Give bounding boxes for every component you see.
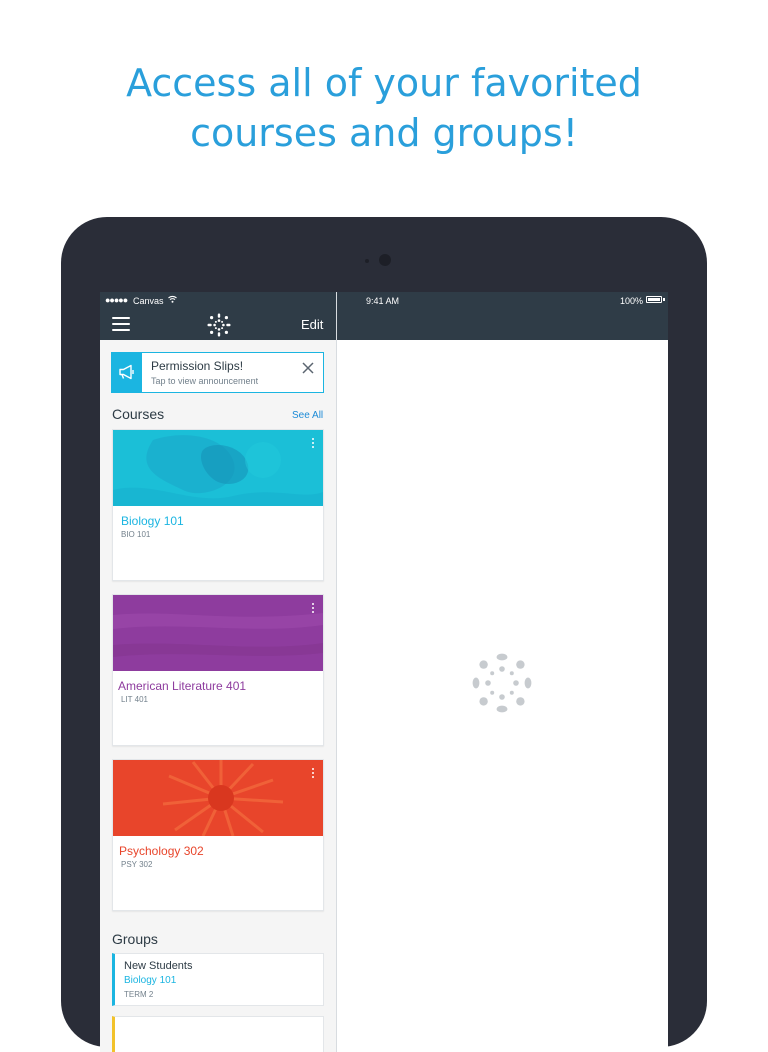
course-options-icon[interactable] (309, 768, 317, 782)
headline-line-2: courses and groups! (190, 111, 578, 155)
group-course: Biology 101 (124, 975, 177, 986)
group-name: New Students (124, 960, 193, 972)
nav-bar: Edit (100, 309, 668, 340)
battery-percent: 100% (620, 296, 644, 306)
status-time: 9:41 AM (366, 296, 400, 306)
course-card[interactable]: Psychology 302 PSY 302 (112, 759, 324, 911)
canvas-logo-icon (207, 313, 231, 337)
announcement-icon-box (112, 353, 142, 392)
course-image (113, 430, 323, 506)
battery-tip (663, 298, 665, 301)
carrier-name: Canvas (133, 296, 164, 306)
course-options-icon[interactable] (309, 603, 317, 617)
course-name: Biology 101 (121, 514, 184, 528)
detail-pane (337, 340, 668, 1052)
course-image (113, 595, 323, 671)
close-icon[interactable] (301, 361, 315, 375)
front-camera (379, 254, 391, 266)
canvas-loading-icon (472, 653, 532, 713)
course-image (113, 760, 323, 836)
course-code: LIT 401 (121, 695, 148, 704)
see-all-link[interactable]: See All (292, 410, 323, 421)
status-bar: ●●●●● Canvas 9:41 AM 100% (100, 292, 668, 309)
course-code: BIO 101 (121, 530, 151, 539)
group-card-partial[interactable] (112, 1016, 324, 1052)
hamburger-icon[interactable] (112, 317, 130, 331)
headline: Access all of your favorited courses and… (0, 58, 768, 158)
headline-line-1: Access all of your favorited (126, 61, 642, 105)
announcement-subtitle: Tap to view announcement (151, 376, 259, 386)
course-card[interactable]: Biology 101 BIO 101 (112, 429, 324, 581)
wifi-icon (168, 295, 177, 305)
groups-heading: Groups (112, 931, 158, 947)
signal-strength: ●●●●● (105, 295, 128, 305)
megaphone-icon (119, 364, 134, 380)
dashboard-pane[interactable]: Permission Slips! Tap to view announceme… (100, 340, 336, 1052)
sensor-dot (365, 259, 369, 263)
course-name: American Literature 401 (118, 679, 247, 693)
group-term: TERM 2 (124, 990, 154, 999)
app-screen: ●●●●● Canvas 9:41 AM 100% Edit Permissio… (100, 292, 668, 1052)
announcement-title: Permission Slips! (151, 359, 244, 373)
announcement-banner[interactable]: Permission Slips! Tap to view announceme… (111, 352, 324, 393)
course-options-icon[interactable] (309, 438, 317, 452)
course-code: PSY 302 (121, 860, 153, 869)
course-card[interactable]: American Literature 401 LIT 401 (112, 594, 324, 746)
courses-heading: Courses (112, 406, 165, 422)
edit-button[interactable]: Edit (301, 317, 323, 332)
tablet-frame: ●●●●● Canvas 9:41 AM 100% Edit Permissio… (61, 217, 707, 1052)
course-name: Psychology 302 (119, 844, 204, 858)
group-card[interactable]: New Students Biology 101 TERM 2 (112, 953, 324, 1006)
battery-icon (646, 296, 662, 303)
